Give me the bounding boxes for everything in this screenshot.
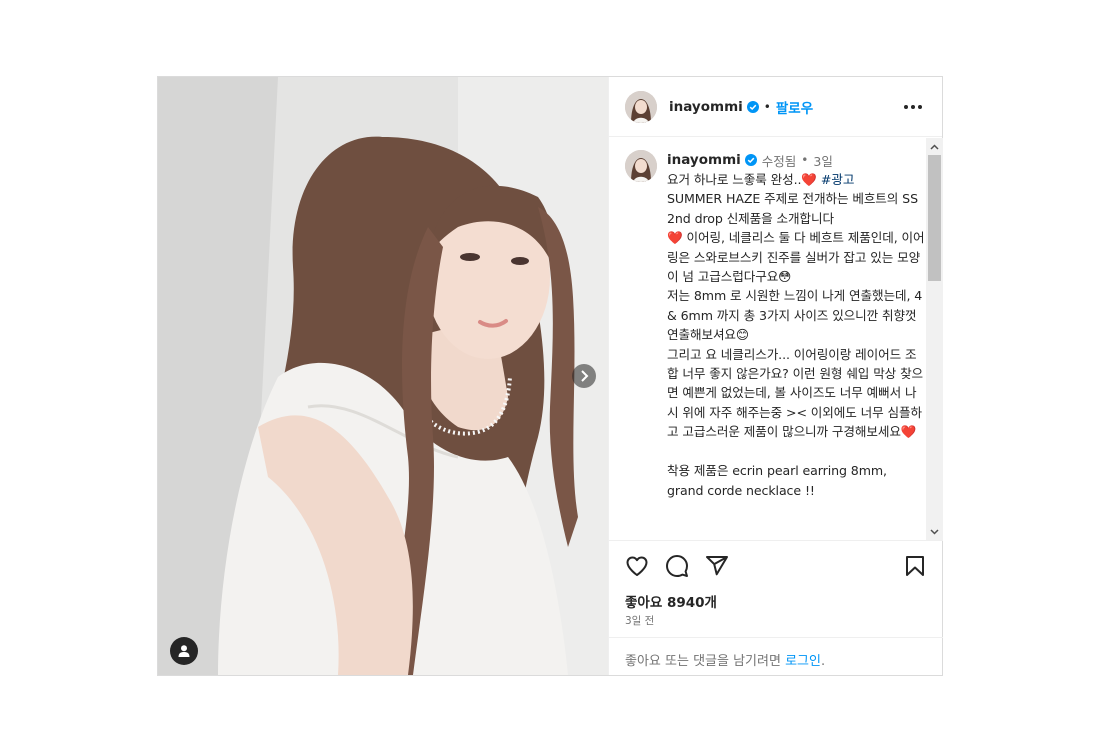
- scroll-thumb[interactable]: [928, 155, 941, 281]
- scroll-up-button[interactable]: [926, 138, 943, 155]
- heart-icon[interactable]: [625, 554, 649, 578]
- post-media[interactable]: [158, 77, 608, 675]
- caption-username[interactable]: inayommi: [667, 152, 741, 168]
- verified-badge-icon: [744, 154, 757, 166]
- login-prompt: 좋아요 또는 댓글을 남기려면 로그인.: [609, 637, 943, 675]
- instagram-post: inayommi • 팔로우 inayommi 수정됨 • 3일 요거 하나로 …: [157, 76, 943, 676]
- caption-separator: •: [801, 153, 809, 167]
- user-tag-icon: [178, 645, 190, 657]
- posted-time[interactable]: 3일 전: [625, 613, 927, 628]
- login-prompt-text: 좋아요 또는 댓글을 남기려면: [625, 654, 786, 669]
- chevron-right-icon: [581, 370, 589, 382]
- caption-text: 요거 하나로 느좋룩 완성..❤️ #광고 SUMMER HAZE 주제로 전개…: [667, 170, 925, 500]
- chevron-down-icon: [930, 528, 939, 535]
- next-photo-button[interactable]: [572, 364, 596, 388]
- avatar-image: [625, 90, 657, 123]
- edited-label: 수정됨: [761, 153, 797, 169]
- caption-scrollbar[interactable]: [926, 138, 943, 540]
- heart-emoji: ❤️: [667, 230, 683, 246]
- login-link[interactable]: 로그인: [785, 654, 821, 669]
- caption-scroll-area[interactable]: inayommi 수정됨 • 3일 요거 하나로 느좋룩 완성..❤️ #광고 …: [609, 138, 943, 540]
- post-actions: 좋아요 8940개 3일 전: [609, 540, 943, 628]
- post-sidebar: inayommi • 팔로우 inayommi 수정됨 • 3일 요거 하나로 …: [608, 77, 943, 675]
- caption-body: inayommi 수정됨 • 3일 요거 하나로 느좋룩 완성..❤️ #광고 …: [667, 150, 925, 500]
- bookmark-icon[interactable]: [903, 554, 927, 578]
- caption-age[interactable]: 3일: [813, 151, 832, 170]
- avatar-image: [625, 150, 657, 182]
- user-tags-button[interactable]: [170, 637, 198, 665]
- caption-text-part4: 착용 제품은 ecrin pearl earring 8mm, grand co…: [667, 463, 887, 498]
- login-prompt-suffix: .: [820, 654, 826, 669]
- author-avatar[interactable]: [625, 90, 657, 123]
- caption-header: inayommi 수정됨 • 3일: [667, 150, 925, 170]
- caption-text-part1: 요거 하나로 느좋룩 완성..: [667, 172, 802, 187]
- share-icon[interactable]: [705, 554, 729, 578]
- caption: inayommi 수정됨 • 3일 요거 하나로 느좋룩 완성..❤️ #광고 …: [625, 150, 925, 500]
- likes-count[interactable]: 좋아요 8940개: [625, 591, 927, 611]
- verified-badge-icon: [746, 100, 759, 113]
- more-options-icon[interactable]: [900, 101, 926, 113]
- caption-avatar[interactable]: [625, 150, 657, 182]
- follow-button[interactable]: 팔로우: [776, 97, 813, 117]
- chevron-up-icon: [930, 143, 939, 150]
- action-icons-row: [625, 541, 927, 591]
- scroll-down-button[interactable]: [926, 523, 943, 540]
- caption-text-part3: 이어링, 네클리스 둘 다 베흐트 제품인데, 이어링은 스와로브스키 진주를 …: [667, 230, 925, 440]
- comment-icon[interactable]: [665, 554, 689, 578]
- author-username[interactable]: inayommi: [669, 99, 743, 115]
- caption-text-part2: SUMMER HAZE 주제로 전개하는 베흐트의 SS 2nd drop 신제…: [667, 191, 918, 226]
- hashtag-link[interactable]: #광고: [821, 172, 855, 187]
- heart-emoji: ❤️: [801, 172, 817, 187]
- header-separator: •: [763, 99, 771, 114]
- post-photo: [158, 77, 608, 675]
- post-header: inayommi • 팔로우: [609, 77, 942, 137]
- heart-emoji: ❤️: [900, 424, 917, 440]
